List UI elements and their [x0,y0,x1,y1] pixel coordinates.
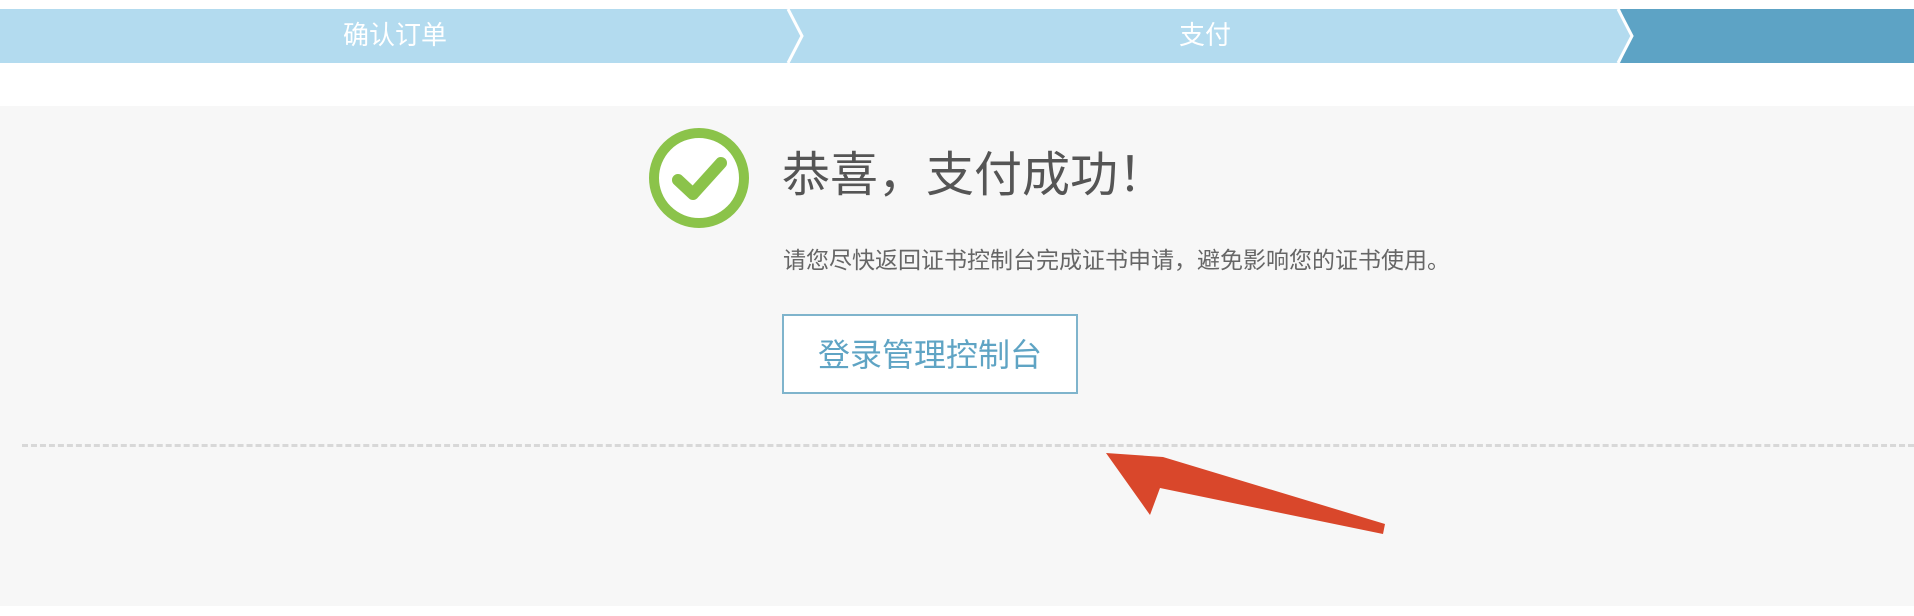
step-payment: 支付 [1178,21,1231,51]
login-console-button[interactable]: 登录管理控制台 [782,314,1078,394]
check-circle-icon [649,128,749,228]
success-message: 请您尽快返回证书控制台完成证书申请，避免影响您的证书使用。 [783,248,1450,274]
dashed-divider [22,444,1914,447]
success-title: 恭喜，支付成功！ [782,147,1167,203]
step-complete [1620,9,1914,63]
payment-success-page: 确认订单 支付 恭喜，支付成功！ 请您尽快返回证书控制台完成证书申请，避免影响您… [0,0,1914,616]
progress-steps: 确认订单 支付 [0,9,1914,63]
step-confirm-order: 确认订单 [342,21,447,51]
